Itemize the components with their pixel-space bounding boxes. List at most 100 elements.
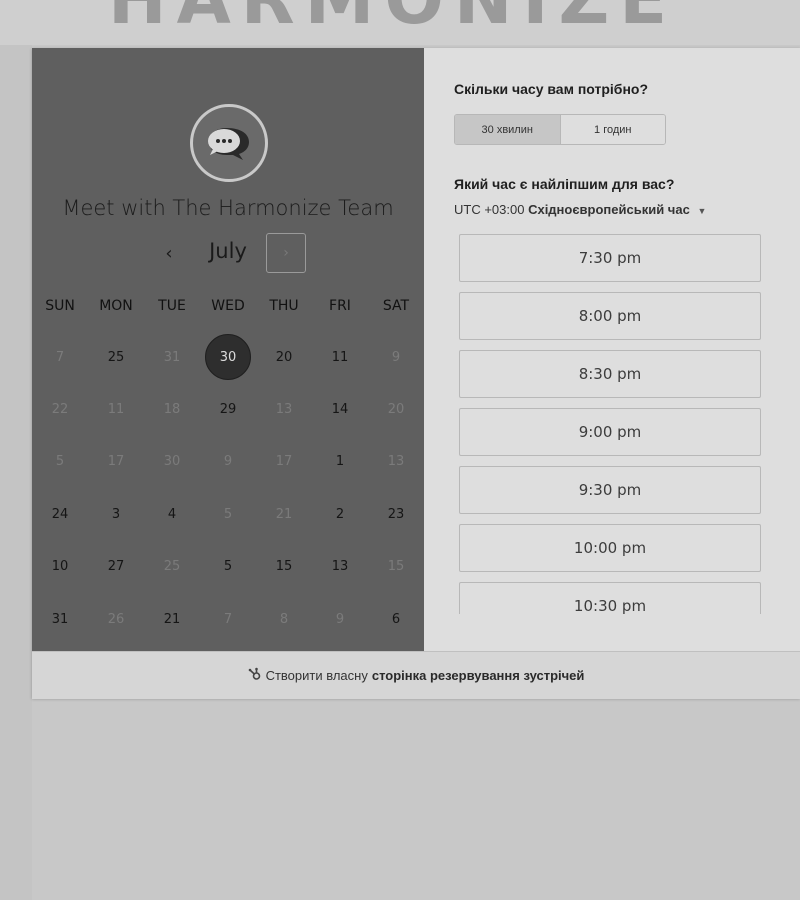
calendar-cell: 9 (200, 436, 256, 488)
calendar-cell: 20 (256, 331, 312, 383)
calendar-day: 9 (335, 611, 345, 627)
calendar-cell: 26 (88, 593, 144, 645)
duration-option-1hour[interactable]: 1 годин (560, 115, 665, 144)
calendar-day: 13 (387, 454, 405, 470)
calendar-cell: 3 (88, 488, 144, 540)
calendar-cell: 18 (144, 383, 200, 435)
calendar-day: 9 (223, 454, 233, 470)
time-slot-button[interactable]: 9:30 pm (459, 466, 761, 514)
calendar-day[interactable]: 2 (318, 492, 362, 536)
calendar-day: 31 (163, 349, 181, 365)
timezone-offset: UTC +03:00 (454, 202, 525, 217)
time-slot-list: 7:30 pm 8:00 pm 8:30 pm 9:00 pm 9:30 pm 10:00… (459, 234, 764, 614)
calendar-day[interactable]: 11 (318, 335, 362, 379)
calendar-day[interactable]: 25 (94, 335, 138, 379)
duration-toggle: 30 хвилин 1 годин (454, 114, 666, 145)
time-slot-button[interactable]: 8:30 pm (459, 350, 761, 398)
calendar-day: 22 (51, 402, 69, 418)
calendar-day-selected[interactable]: 30 (205, 334, 251, 381)
time-slot-button[interactable]: 7:30 pm (459, 234, 761, 282)
calendar-day: 18 (163, 402, 181, 418)
calendar-day[interactable]: 24 (38, 492, 82, 536)
calendar-cell: 2 (312, 488, 368, 540)
calendar-cell: 13 (368, 436, 424, 488)
calendar-cell: 27 (88, 541, 144, 593)
weekday-label: FRI (329, 298, 351, 314)
calendar-cell: 4 (144, 488, 200, 540)
calendar-cell: 9 (368, 331, 424, 383)
chat-bubble-icon (190, 104, 268, 182)
calendar-day: 26 (107, 611, 125, 627)
duration-question: Скільки часу вам потрібно? (454, 81, 649, 97)
calendar-day[interactable]: 1 (318, 440, 362, 484)
next-month-button[interactable]: › (266, 233, 306, 273)
calendar-cell: 7 (200, 593, 256, 645)
calendar-cell: 15 (368, 541, 424, 593)
calendar-cell: 20 (368, 383, 424, 435)
calendar-day: 8 (279, 611, 289, 627)
calendar-day[interactable]: 15 (262, 545, 306, 589)
calendar-cell: 17 (88, 436, 144, 488)
calendar-day[interactable]: 13 (318, 545, 362, 589)
calendar-cell: 31 (144, 331, 200, 383)
calendar-cell: 6 (368, 593, 424, 645)
calendar-day: 15 (387, 559, 405, 575)
calendar-day[interactable]: 23 (374, 492, 418, 536)
booking-widget: Meet with The Harmonize Team ‹ July › SU… (32, 48, 800, 699)
calendar-day[interactable]: 6 (374, 597, 418, 641)
calendar-cell: 17 (256, 436, 312, 488)
calendar-day[interactable]: 29 (206, 388, 250, 432)
weekday-header: SUN MON TUE WED THU FRI SAT (32, 298, 424, 318)
calendar-cell: 5 (200, 488, 256, 540)
meeting-title: Meet with The Harmonize Team (62, 196, 394, 220)
calendar-day: 21 (275, 506, 293, 522)
calendar-day: 13 (275, 402, 293, 418)
calendar-week-row: 7 25 31 30 20 11 9 (32, 331, 424, 383)
calendar-cell: 22 (32, 383, 88, 435)
month-label: July (209, 239, 247, 263)
calendar-cell: 9 (312, 593, 368, 645)
top-banner: HARMONIZE (0, 0, 800, 45)
calendar-day[interactable]: 27 (94, 545, 138, 589)
calendar-day: 30 (163, 454, 181, 470)
calendar-day[interactable]: 31 (38, 597, 82, 641)
calendar-day[interactable]: 10 (38, 545, 82, 589)
calendar-cell: 13 (256, 383, 312, 435)
time-slot-button[interactable]: 9:00 pm (459, 408, 761, 456)
calendar-cell: 5 (200, 541, 256, 593)
hubspot-sprocket-icon (248, 667, 262, 684)
calendar-cell: 11 (88, 383, 144, 435)
calendar-day: 11 (107, 402, 125, 418)
time-slot-button[interactable]: 10:00 pm (459, 524, 761, 572)
prev-month-button[interactable]: ‹ (154, 233, 184, 273)
chat-bubble-svg (208, 128, 249, 160)
calendar-day: 5 (55, 454, 65, 470)
weekday-label: SAT (382, 298, 410, 314)
calendar-cell: 25 (144, 541, 200, 593)
calendar-week-row: 10 27 25 5 15 13 15 (32, 541, 424, 593)
calendar-grid: 7 25 31 30 20 11 9 22 11 18 29 13 14 20 5 17 30 9 17 1 13 24 3… (32, 331, 424, 645)
calendar-day[interactable]: 5 (206, 545, 250, 589)
calendar-day[interactable]: 20 (262, 335, 306, 379)
calendar-day[interactable]: 4 (150, 492, 194, 536)
calendar-cell: 7 (32, 331, 88, 383)
calendar-week-row: 24 3 4 5 21 2 23 (32, 488, 424, 540)
calendar-day: 17 (107, 454, 125, 470)
time-slot-button[interactable]: 8:00 pm (459, 292, 761, 340)
calendar-cell: 30 (144, 436, 200, 488)
calendar-cell: 21 (144, 593, 200, 645)
calendar-cell: 11 (312, 331, 368, 383)
calendar-panel: Meet with The Harmonize Team ‹ July › SU… (32, 48, 424, 651)
calendar-cell: 21 (256, 488, 312, 540)
time-slot-button[interactable]: 10:30 pm (459, 582, 761, 614)
calendar-cell: 8 (256, 593, 312, 645)
duration-option-30min[interactable]: 30 хвилин (455, 115, 561, 144)
create-booking-page-link[interactable]: сторінка резервування зустрічей (372, 668, 585, 683)
timezone-select[interactable]: UTC +03:00 Східноєвропейський час ▼ (454, 202, 706, 217)
calendar-day[interactable]: 14 (318, 388, 362, 432)
calendar-day[interactable]: 21 (150, 597, 194, 641)
weekday-label: WED (211, 298, 245, 314)
calendar-cell: 30 (200, 331, 256, 383)
calendar-week-row: 31 26 21 7 8 9 6 (32, 593, 424, 645)
calendar-day[interactable]: 3 (94, 492, 138, 536)
